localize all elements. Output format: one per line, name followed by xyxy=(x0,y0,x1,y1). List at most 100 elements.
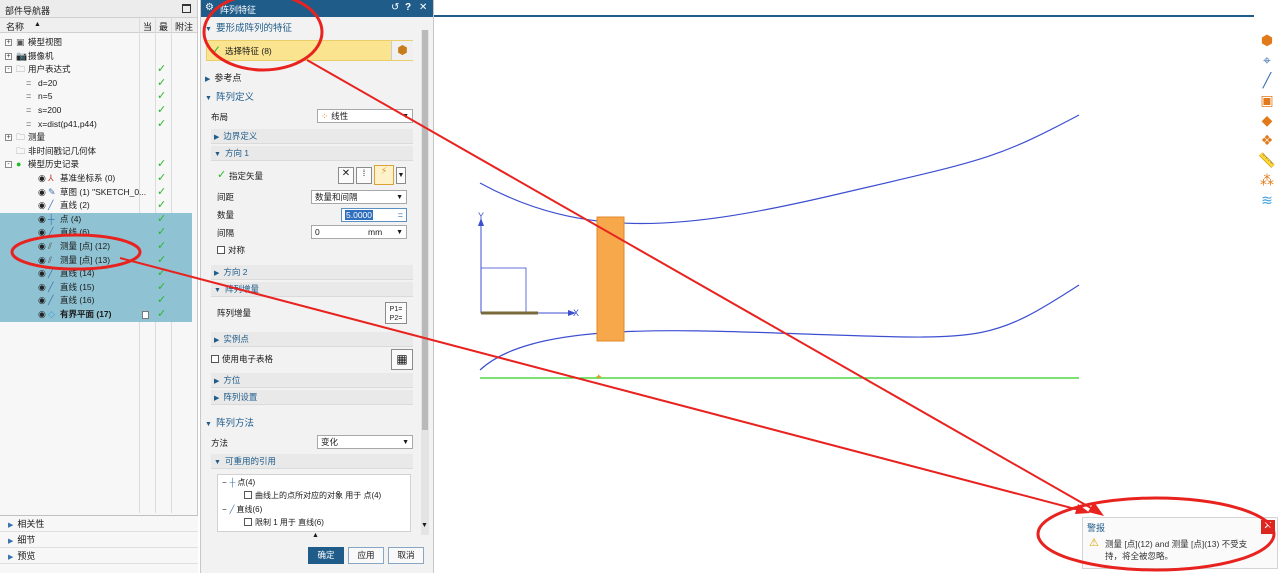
reset-icon[interactable]: ↺ xyxy=(391,2,399,13)
subsection-orientation[interactable]: ▶ 方位 xyxy=(211,373,413,388)
reverse-direction-icon[interactable]: ✕ xyxy=(338,167,354,184)
layout-select[interactable]: ⁘ 线性 ▼ xyxy=(317,109,413,123)
dialog-scrollbar[interactable]: ▼ xyxy=(421,30,429,535)
point-marker-icon[interactable]: ✦ xyxy=(595,372,603,382)
subsection-reusable-references[interactable]: ▼ 可重用的引用 xyxy=(211,454,413,469)
tree-row[interactable]: = n=5 ✓ xyxy=(0,90,192,104)
method-select[interactable]: 变化 ▼ xyxy=(317,435,413,449)
visibility-eye-icon[interactable]: ◉ xyxy=(38,308,46,322)
ruler-icon[interactable]: 📏 xyxy=(1254,150,1280,170)
expand-icon[interactable]: + xyxy=(5,52,12,60)
expand-icon[interactable]: + xyxy=(5,39,12,46)
tree-node-point[interactable]: − ┼ 点(4) xyxy=(222,477,255,488)
tree-row[interactable]: = d=20 ✓ xyxy=(0,77,192,91)
body-icon[interactable]: ▣ xyxy=(1254,90,1280,110)
tree-row[interactable]: ◉ ╱ 直线 (15) ✓ xyxy=(0,280,192,295)
tree-row[interactable]: ◉ ✎ 草图 (1) "SKETCH_0... ✓ xyxy=(0,186,192,200)
maximize-icon[interactable] xyxy=(182,4,191,13)
panel-preview[interactable]: ▶ 预览 xyxy=(0,548,198,564)
tree-row[interactable]: + 🗀 测量 xyxy=(0,131,192,145)
tree-row[interactable]: ◉ ╱ 直线 (6) ✓ xyxy=(0,226,192,240)
tree-row[interactable]: = x=dist(p41,p44) ✓ xyxy=(0,118,192,132)
tree-row[interactable]: + ▣ 模型视图 xyxy=(0,36,192,50)
tree-row[interactable]: ◉ ⫽ 测量 [点] (12) ✓ xyxy=(0,240,192,254)
column-latest[interactable]: 最 xyxy=(159,20,168,33)
subsection-direction-1[interactable]: ▼ 方向 1 xyxy=(211,146,413,161)
visibility-eye-icon[interactable]: ◉ xyxy=(38,240,46,254)
apply-button[interactable]: 应用 xyxy=(348,547,384,564)
surface-icon[interactable]: ≋ xyxy=(1254,190,1280,210)
pitch-input[interactable]: 0 mm ▼ xyxy=(311,225,407,239)
use-spreadsheet-checkbox[interactable]: 使用电子表格 xyxy=(211,352,273,366)
close-icon[interactable]: ✕ xyxy=(419,2,427,13)
pitch-unit[interactable]: mm xyxy=(368,226,382,238)
increment-table-icon[interactable]: P1= P2= xyxy=(385,302,407,324)
line-tool-icon[interactable]: ╱ xyxy=(1254,70,1280,90)
lower-curve[interactable] xyxy=(479,284,1080,371)
visibility-eye-icon[interactable]: ◉ xyxy=(38,172,46,186)
symmetric-checkbox[interactable]: 对称 xyxy=(217,243,245,257)
column-note[interactable]: 附注 xyxy=(175,20,193,33)
tree-row[interactable]: 🗀 非时间戳记几何体 xyxy=(0,145,192,159)
visibility-eye-icon[interactable]: ◉ xyxy=(38,267,46,281)
close-alert-button[interactable]: ✕ xyxy=(1261,520,1275,534)
graphics-window[interactable]: ✦ Y X ⬢ ⌖ ╱ ▣ ◆ ❖ 📏 ⁂ ≋ xyxy=(434,0,1280,573)
tree-row[interactable]: ◉ ⫽ 测量 [点] (13) ✓ xyxy=(0,253,192,268)
tree-row[interactable]: - ● 模型历史记录 ✓ xyxy=(0,158,192,172)
column-current[interactable]: 当 xyxy=(143,20,152,33)
spacing-select[interactable]: 数量和间隔 ▼ xyxy=(311,190,407,204)
bounded-plane[interactable] xyxy=(596,216,625,342)
section-array-method[interactable]: ▼ 阵列方法 xyxy=(205,416,413,431)
visibility-eye-icon[interactable]: ◉ xyxy=(38,226,46,240)
measure-tool-icon[interactable]: ⌖ xyxy=(1254,50,1280,70)
spreadsheet-icon[interactable]: ▦ xyxy=(391,349,413,370)
tree-row[interactable]: ◉ ╱ 直线 (14) ✓ xyxy=(0,267,192,281)
select-features-row[interactable]: ✓ 选择特征 (8) ⬢ xyxy=(206,40,413,61)
sort-up-icon[interactable]: ▲ xyxy=(34,21,41,28)
model-canvas[interactable]: ✦ Y X xyxy=(434,0,1280,573)
chevron-down-icon[interactable]: ▼ xyxy=(396,167,406,184)
pattern-icon[interactable]: ⁂ xyxy=(1254,170,1280,190)
collapse-icon[interactable]: - xyxy=(5,66,12,74)
subsection-array-settings[interactable]: ▶ 阵列设置 xyxy=(211,390,413,405)
block-icon[interactable]: ◆ xyxy=(1254,110,1280,130)
tree-row[interactable]: ◉ ◇ 有界平面 (17) ✓ xyxy=(0,308,192,322)
expand-icon[interactable]: + xyxy=(5,134,12,142)
help-icon[interactable]: ? xyxy=(405,2,411,13)
tree-row[interactable]: - 🗀 用户表达式 ✓ xyxy=(0,63,192,77)
inferred-vector-icon[interactable]: ⚡ xyxy=(374,165,394,185)
vector-dialog-icon[interactable]: ⁞ xyxy=(356,167,372,184)
visibility-eye-icon[interactable]: ◉ xyxy=(38,281,46,295)
tree-row[interactable]: ◉ ┼ 点 (4) ✓ xyxy=(0,212,192,227)
cancel-button[interactable]: 取消 xyxy=(388,547,424,564)
collapse-up-icon[interactable]: ▲ xyxy=(312,532,319,539)
visibility-eye-icon[interactable]: ◉ xyxy=(38,213,46,227)
equals-icon[interactable]: = xyxy=(398,209,403,221)
feature-select-icon[interactable]: ⬢ xyxy=(391,41,413,60)
column-name[interactable]: 名称 xyxy=(6,20,24,33)
scroll-down-icon[interactable]: ▼ xyxy=(421,522,428,529)
subsection-array-increment[interactable]: ▼ 阵列增量 xyxy=(211,282,413,297)
panel-details[interactable]: ▶ 细节 xyxy=(0,532,198,548)
orient-view-icon[interactable]: ⬢ xyxy=(1254,30,1280,50)
tree-row[interactable]: = s=200 ✓ xyxy=(0,104,192,118)
count-input[interactable]: 5.0000 = xyxy=(341,208,407,222)
collapse-icon[interactable]: - xyxy=(5,161,12,169)
subsection-boundary[interactable]: ▶ 边界定义 xyxy=(211,129,413,144)
visibility-eye-icon[interactable]: ◉ xyxy=(38,186,46,200)
tree-row[interactable]: ◉ ⅄ 基准坐标系 (0) ✓ xyxy=(0,172,192,186)
section-features-to-pattern[interactable]: ▼ 要形成阵列的特征 xyxy=(205,21,413,36)
ok-button[interactable]: 确定 xyxy=(308,547,344,564)
tree-row[interactable]: ◉ ╱ 直线 (16) ✓ xyxy=(0,294,192,308)
tree-item-line-child[interactable]: 限制 1 用于 直线(6) xyxy=(244,517,324,528)
visibility-eye-icon[interactable]: ◉ xyxy=(38,294,46,308)
scrollbar-thumb[interactable] xyxy=(422,30,428,430)
tree-row[interactable]: + 📷 摄像机 xyxy=(0,50,192,64)
visibility-eye-icon[interactable]: ◉ xyxy=(38,199,46,213)
subsection-direction-2[interactable]: ▶ 方向 2 xyxy=(211,265,413,280)
upper-curve[interactable] xyxy=(479,114,1080,225)
subsection-instance-point[interactable]: ▶ 实例点 xyxy=(211,332,413,347)
section-reference-point[interactable]: ▶ 参考点 xyxy=(205,71,413,86)
tree-item-point-child[interactable]: 曲线上的点所对应的对象 用于 点(4) xyxy=(244,490,381,501)
section-array-definition[interactable]: ▼ 阵列定义 xyxy=(205,90,413,105)
